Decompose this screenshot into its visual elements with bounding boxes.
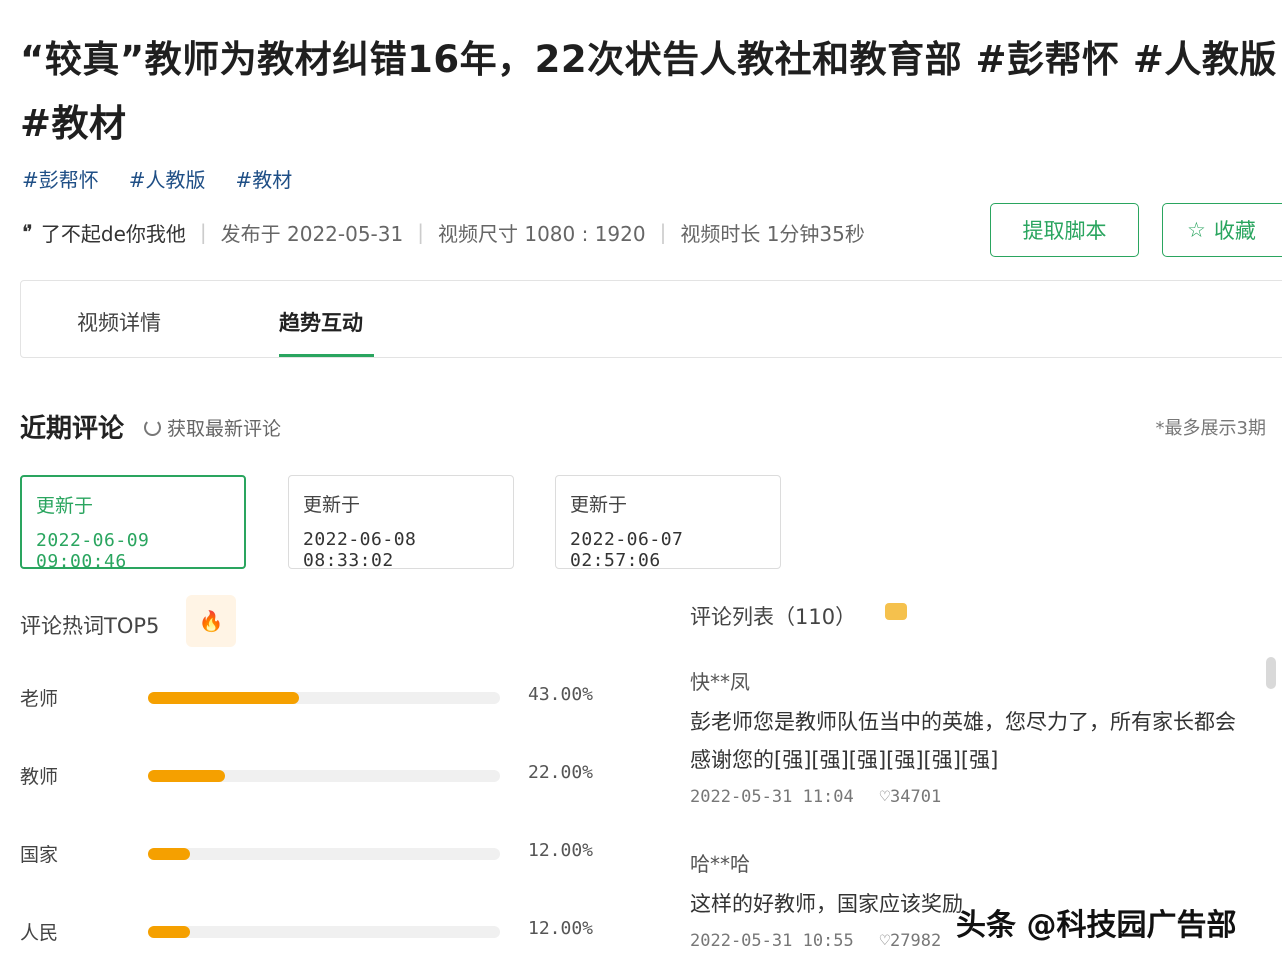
video-duration: 视频时长 1分钟35秒 [680, 221, 865, 246]
recent-comments-title: 近期评论 [20, 414, 125, 444]
extract-script-button[interactable]: 提取脚本 [990, 203, 1139, 257]
comment-item: 快**凤 彭老师您是教师队伍当中的英雄，您尽力了，所有家长都会感谢您的[强][强… [690, 666, 1250, 807]
video-size: 视频尺寸 1080 : 1920 [437, 221, 646, 246]
publish-date: 发布于 2022-05-31 [220, 221, 404, 246]
keyword-bar-track [148, 770, 500, 782]
refresh-label: 获取最新评论 [167, 418, 282, 440]
comment-list-scrollbar[interactable] [1266, 657, 1276, 689]
fire-icon: 🔥 [186, 595, 236, 647]
author-name[interactable]: 了不起de你我他 [41, 218, 186, 247]
keyword-bar-track [148, 926, 500, 938]
favorite-button[interactable]: ☆ 收藏 [1162, 203, 1282, 257]
tag-link[interactable]: #人教版 [129, 164, 206, 193]
refresh-comments-button[interactable]: 获取最新评论 [144, 414, 281, 441]
tab-bar: 视频详情 趋势互动 [20, 280, 1282, 358]
keyword-bar-fill [148, 692, 299, 704]
update-date-card[interactable]: 更新于 2022-06-08 08:33:02 [288, 475, 514, 571]
tag-link[interactable]: #教材 [236, 164, 293, 193]
update-label: 更新于 [303, 494, 361, 516]
comment-time: 2022-05-31 11:04 [690, 787, 854, 807]
update-label: 更新于 [570, 494, 628, 516]
update-datetime: 2022-06-08 08:33:02 [303, 529, 417, 571]
tag-link[interactable]: #彭帮怀 [22, 164, 99, 193]
keyword-row: 老师 43.00% [20, 684, 620, 714]
video-meta: ❛❜ 了不起de你我他 | 发布于 2022-05-31 | 视频尺寸 1080… [22, 216, 865, 248]
keyword-row: 人民 12.00% [20, 918, 620, 948]
author-avatar-icon: ❛❜ [22, 220, 33, 244]
keyword-percent: 12.00% [528, 840, 594, 861]
keyword-row: 教师 22.00% [20, 762, 620, 792]
keyword-name: 教师 [20, 766, 59, 788]
keyword-percent: 22.00% [528, 762, 594, 783]
video-title: “较真”教师为教材纠错16年，22次状告人教社和教育部 #彭帮怀 #人教版 #教… [20, 38, 1277, 145]
tab-trend-interaction[interactable]: 趋势互动 [279, 307, 363, 337]
update-datetime: 2022-06-07 02:57:06 [570, 529, 684, 571]
favorite-label: 收藏 [1213, 219, 1256, 243]
comment-likes: ♡27982 [879, 931, 942, 951]
refresh-icon [144, 419, 161, 436]
hot-keywords-title: 评论热词TOP5 [20, 614, 160, 638]
keyword-bar-fill [148, 770, 225, 782]
update-datetime: 2022-06-09 09:00:46 [36, 530, 150, 572]
comment-likes: ♡34701 [879, 787, 942, 807]
star-icon: ☆ [1187, 218, 1206, 242]
tab-video-details[interactable]: 视频详情 [77, 307, 161, 337]
keyword-bar-fill [148, 926, 190, 938]
keyword-name: 国家 [20, 844, 59, 866]
watermark: 头条 @科技园广告部 [956, 908, 1237, 943]
comment-user: 哈**哈 [690, 852, 750, 876]
comment-user: 快**凤 [690, 670, 750, 694]
comment-time: 2022-05-31 10:55 [690, 931, 854, 951]
divider: | [417, 220, 424, 244]
divider: | [199, 220, 207, 244]
comment-text: 彭老师您是教师队伍当中的英雄，您尽力了，所有家长都会感谢您的[强][强][强][… [690, 710, 1236, 772]
divider: | [659, 220, 667, 244]
keyword-percent: 43.00% [528, 684, 594, 705]
keyword-name: 人民 [20, 922, 59, 944]
keyword-name: 老师 [20, 688, 59, 710]
display-limit-note: *最多展示3期 [1155, 418, 1266, 439]
comment-list-title: 评论列表（110） [690, 605, 857, 629]
comment-bubble-icon [885, 603, 907, 620]
update-date-card[interactable]: 更新于 2022-06-09 09:00:46 [20, 475, 246, 572]
keyword-bar-fill [148, 848, 190, 860]
keyword-bar-track [148, 692, 500, 704]
keyword-percent: 12.00% [528, 918, 594, 939]
update-date-card[interactable]: 更新于 2022-06-07 02:57:06 [555, 475, 781, 571]
active-tab-indicator [279, 354, 374, 357]
tag-list: #彭帮怀 #人教版 #教材 [22, 164, 292, 193]
keyword-row: 国家 12.00% [20, 840, 620, 870]
update-label: 更新于 [36, 495, 94, 517]
keyword-bar-track [148, 848, 500, 860]
